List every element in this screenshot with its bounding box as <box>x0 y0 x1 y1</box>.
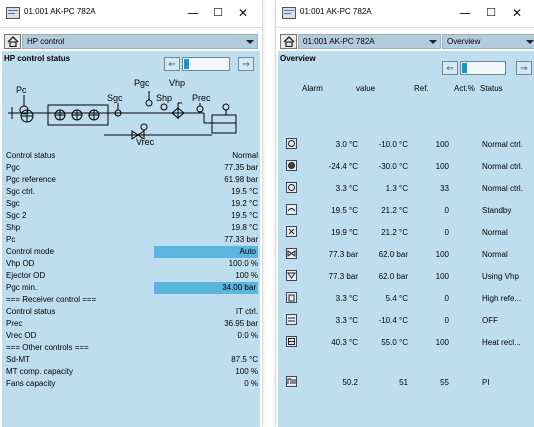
maximize-button[interactable]: ☐ <box>207 3 229 23</box>
window-title: 01:001 AK-PC 782A <box>24 7 96 16</box>
minimize-button[interactable]: — <box>454 3 476 23</box>
app-icon <box>282 7 296 19</box>
next-page-button[interactable]: ⇒ <box>516 61 532 75</box>
overview-row[interactable]: -24.4 °C -30.0 °C 100 Normal ctrl. <box>286 156 534 178</box>
controller-select-value: 01:001 AK-PC 782A <box>303 37 375 46</box>
status-row-pgc-min[interactable]: Pgc min. 34.00 bar <box>6 282 258 294</box>
overview-row[interactable]: 3.3 °C -10.4 °C 0 OFF <box>286 310 534 332</box>
heat-recovery-icon <box>286 336 297 347</box>
overview-row[interactable]: 3.3 °C 1.3 °C 33 Normal ctrl. <box>286 178 534 200</box>
home-button[interactable] <box>280 34 297 49</box>
hp-control-panel: HP control status ⇐ ⇒ Pc Pgc Sgc Vhp Shp… <box>2 51 260 427</box>
window-title: 01:001 AK-PC 782A <box>300 7 372 16</box>
pi-controller-icon <box>286 376 297 387</box>
status-row-sgc-ctrl: Sgc ctrl. 19.5 °C <box>6 187 258 196</box>
status-row-control-mode[interactable]: Control mode Auto <box>6 246 258 258</box>
view-select[interactable]: Overview <box>442 34 534 49</box>
compressor-icon <box>286 160 297 171</box>
overview-window: 01:001 AK-PC 782A — ☐ ✕ 01:001 AK-PC 782… <box>276 0 534 427</box>
home-icon <box>7 36 19 47</box>
gas-cooler-icon <box>286 204 297 215</box>
control-mode-field[interactable]: Auto <box>154 246 258 258</box>
status-row-fans-capacity: Fans capacity 0 % <box>6 379 258 388</box>
status-row-pc: Pc 77.33 bar <box>6 235 258 244</box>
chevron-down-icon <box>526 40 534 44</box>
ejector-icon <box>286 270 297 281</box>
app-icon <box>6 7 20 19</box>
vhp-label: Vhp <box>169 78 185 88</box>
vrec-label: Vrec <box>136 137 155 147</box>
minimize-button[interactable]: — <box>182 3 204 23</box>
compressor-icon <box>286 182 297 193</box>
screen-select[interactable]: HP control <box>22 34 258 49</box>
prec-label: Prec <box>192 93 211 103</box>
sgc-label: Sgc <box>107 93 123 103</box>
title-bar[interactable]: 01:001 AK-PC 782A — ☐ ✕ <box>276 0 534 28</box>
section-other-controls: === Other controls === <box>6 343 89 352</box>
column-header-value: value <box>356 84 376 93</box>
home-button[interactable] <box>4 34 21 49</box>
status-row-receiver-control-status: Control status IT ctrl. <box>6 307 258 316</box>
hp-valve-icon <box>286 248 297 259</box>
controller-select[interactable]: 01:001 AK-PC 782A <box>298 34 441 49</box>
overview-panel: Overview ⇐ ⇒ Alarm value Ref. Act.% Stat… <box>278 51 534 427</box>
section-receiver-control: === Receiver control === <box>6 295 97 304</box>
hp-schematic-diagram: Pc Pgc Sgc Vhp Shp Prec Vrec <box>8 78 237 147</box>
overview-row[interactable]: 77.3 bar 62.0 bar 100 Using Vhp <box>286 266 534 288</box>
prev-page-button[interactable]: ⇐ <box>164 57 180 71</box>
column-header-alarm: Alarm <box>302 84 323 93</box>
page-position-indicator <box>182 57 230 71</box>
page-position-fill <box>462 63 467 73</box>
page-position-fill <box>184 59 189 69</box>
close-button[interactable]: ✕ <box>506 3 528 23</box>
prev-page-button[interactable]: ⇐ <box>442 61 458 75</box>
status-row-vrec-od: Vrec OD 0.0 % <box>6 331 258 340</box>
maximize-button[interactable]: ☐ <box>480 3 502 23</box>
overview-row[interactable]: 19.9 °C 21.2 °C 0 Normal <box>286 222 534 244</box>
overview-row[interactable]: 40.3 °C 55.0 °C 100 Heat recl... <box>286 332 534 354</box>
fan-icon <box>286 226 297 237</box>
shp-label: Shp <box>156 93 172 103</box>
nav-bar: 01:001 AK-PC 782A Overview <box>280 34 534 49</box>
status-row-sgc: Sgc 19.2 °C <box>6 199 258 208</box>
screen-select-value: HP control <box>27 37 65 46</box>
status-row-mt-comp-capacity: MT comp. capacity 100 % <box>6 367 258 376</box>
page-title: Overview <box>280 54 316 63</box>
view-select-value: Overview <box>447 37 481 46</box>
receiver-icon <box>286 292 297 303</box>
status-row-vhp-od: Vhp OD 100.0 % <box>6 259 258 268</box>
page-title: HP control status <box>4 54 71 63</box>
title-bar[interactable]: 01:001 AK-PC 782A — ☐ ✕ <box>0 0 262 28</box>
heat-exchanger-icon <box>286 314 297 325</box>
overview-row[interactable]: 3.0 °C -10.0 °C 100 Normal ctrl. <box>286 134 534 156</box>
hp-control-window: 01:001 AK-PC 782A — ☐ ✕ HP control HP co… <box>0 0 262 427</box>
status-row-ejector-od: Ejector OD 100 % <box>6 271 258 280</box>
nav-bar: HP control <box>4 34 258 49</box>
pc-label: Pc <box>16 85 27 95</box>
overview-row[interactable]: 77.3 bar 62.0 bar 100 Normal <box>286 244 534 266</box>
compressor-icon <box>286 138 297 149</box>
overview-row[interactable]: 3.3 °C 5.4 °C 0 High refe... <box>286 288 534 310</box>
pgc-label: Pgc <box>134 78 150 88</box>
pgc-min-field[interactable]: 34.00 bar <box>154 282 258 294</box>
column-header-act: Act.% <box>454 84 475 93</box>
status-row-pgc: Pgc 77.35 bar <box>6 163 258 172</box>
column-header-status: Status <box>480 84 503 93</box>
next-page-button[interactable]: ⇒ <box>238 57 254 71</box>
chevron-down-icon <box>246 40 254 44</box>
chevron-down-icon <box>429 40 437 44</box>
status-row-pgc-reference: Pgc reference 61.98 bar <box>6 175 258 184</box>
overview-row[interactable]: 19.5 °C 21.2 °C 0 Standby <box>286 200 534 222</box>
status-row-sgc-2: Sgc 2 19.5 °C <box>6 211 258 220</box>
status-row-sd-mt: Sd-MT 87.5 °C <box>6 355 258 364</box>
status-row-prec: Prec 36.95 bar <box>6 319 258 328</box>
page-position-indicator <box>460 61 506 75</box>
close-button[interactable]: ✕ <box>232 3 254 23</box>
column-header-ref: Ref. <box>414 84 429 93</box>
status-row-control-status: Control status Normal <box>6 151 258 160</box>
status-row-shp: Shp 19.8 °C <box>6 223 258 232</box>
home-icon <box>283 36 295 47</box>
overview-row[interactable]: 50.2 51 55 PI <box>286 372 534 394</box>
